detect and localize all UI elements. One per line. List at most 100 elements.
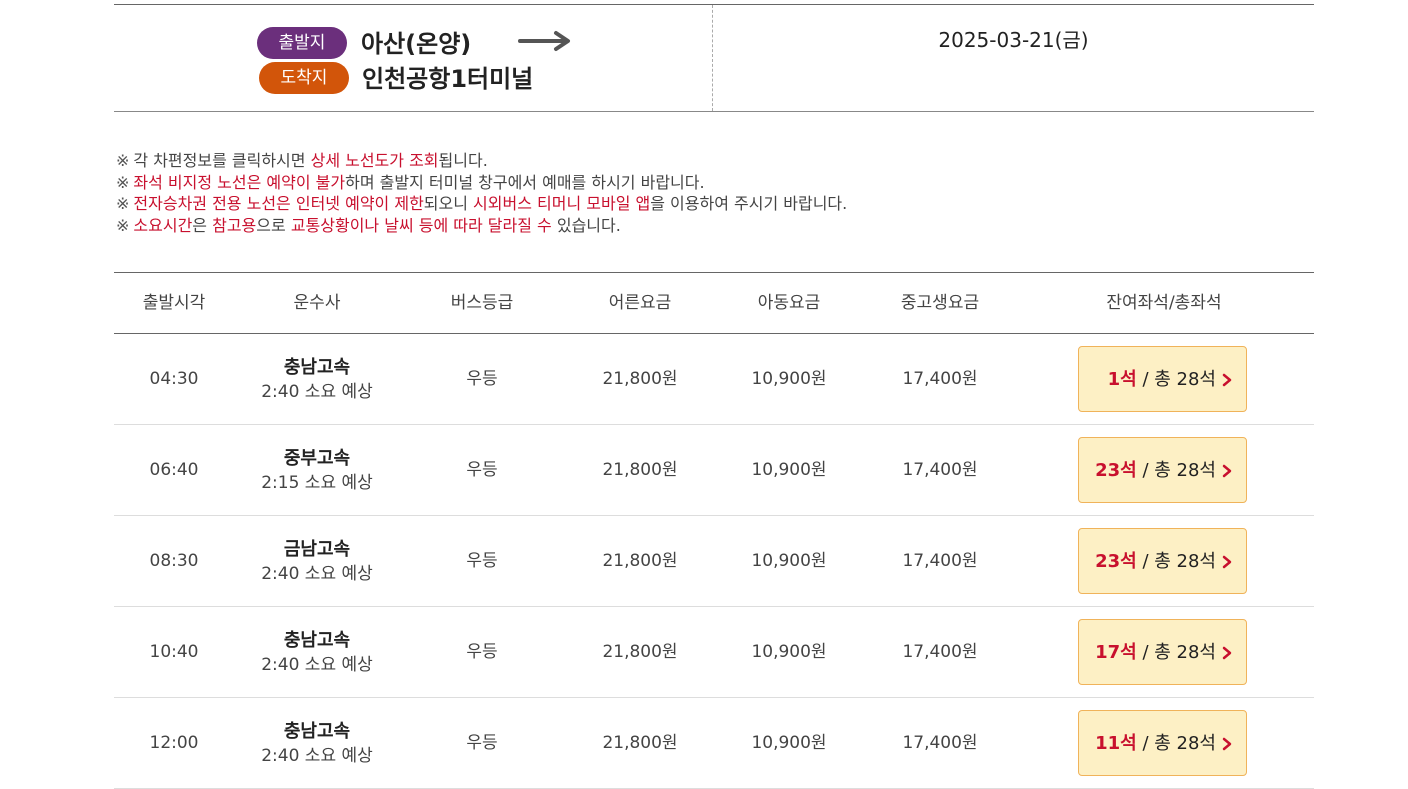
remaining-seats: 23석 (1095, 460, 1137, 481)
notice-highlight: 좌석 비지정 노선은 예약이 불가 (133, 172, 346, 192)
adult-fare: 21,800원 (602, 642, 678, 662)
total-seats: / 총 28석 (1142, 733, 1216, 754)
departure-badge: 출발지 (257, 27, 347, 59)
notice-text: 을 이용하여 주시기 바랍니다. (650, 194, 848, 213)
departure-time: 12:00 (149, 733, 199, 753)
seat-availability: 1석 / 총 28석 (1108, 347, 1216, 413)
seat-select-button[interactable]: 23석 / 총 28석 (1078, 528, 1247, 594)
notice-text: 각 차편정보를 클릭하시면 (133, 151, 311, 170)
estimated-duration: 2:15 소요 예상 (261, 473, 373, 493)
header-seats: 잔여좌석/총좌석 (1106, 293, 1222, 313)
departure-time: 06:40 (149, 460, 199, 480)
adult-fare: 21,800원 (602, 551, 678, 571)
chevron-right-icon (1222, 737, 1232, 751)
arrival-terminal: 인천공항1터미널 (362, 65, 534, 93)
operator-cell: 금남고속 2:40 소요 예상 (261, 538, 373, 586)
operator-name: 금남고속 (283, 539, 351, 560)
seat-select-button[interactable]: 1석 / 총 28석 (1078, 346, 1247, 412)
notice-line: ※ 전자승차권 전용 노선은 인터넷 예약이 제한되오니 시외버스 티머니 모바일… (116, 193, 847, 215)
notice-text: 되오니 (423, 194, 474, 213)
notice-text: 됩니다. (438, 151, 488, 170)
child-fare: 10,900원 (751, 460, 827, 480)
remaining-seats: 17석 (1095, 642, 1137, 663)
notice-highlight: 전자승차권 전용 노선은 인터넷 예약이 제한 (133, 194, 424, 213)
chevron-right-icon (1222, 373, 1232, 387)
header-student-fare: 중고생요금 (900, 293, 980, 313)
notice-highlight: 상세 노선도가 조회 (310, 151, 439, 170)
chevron-right-icon (1222, 646, 1232, 660)
notice-highlight: 소요시간 (133, 215, 193, 235)
seat-availability: 17석 / 총 28석 (1095, 620, 1216, 686)
notice-mark: ※ (116, 151, 130, 170)
total-seats: / 총 28석 (1142, 369, 1216, 390)
route-terminals: 출발지 아산(온양) 도착지 인천공항1터미널 (114, 5, 713, 111)
header-operator: 운수사 (293, 293, 341, 313)
seat-select-button[interactable]: 17석 / 총 28석 (1078, 619, 1247, 685)
operator-name: 충남고속 (283, 630, 351, 651)
estimated-duration: 2:40 소요 예상 (261, 564, 373, 584)
table-row[interactable]: 08:30 금남고속 2:40 소요 예상 우등 21,800원 10,900원 17,40… (114, 516, 1314, 607)
table-row[interactable]: 12:00 충남고속 2:40 소요 예상 우등 21,800원 10,900원 17,40… (114, 698, 1314, 789)
departure-time: 04:30 (149, 369, 199, 389)
bus-grade: 우등 (466, 733, 498, 753)
estimated-duration: 2:40 소요 예상 (261, 655, 373, 675)
estimated-duration: 2:40 소요 예상 (261, 746, 373, 766)
header-bus-grade: 버스등급 (450, 293, 514, 313)
notice-text: 으로 (256, 215, 291, 235)
child-fare: 10,900원 (751, 369, 827, 389)
notice-line: ※ 좌석 비지정 노선은 예약이 불가하며 출발지 터미널 창구에서 예매를 하시… (116, 172, 847, 194)
seat-availability: 23석 / 총 28석 (1095, 438, 1216, 504)
operator-name: 중부고속 (283, 448, 351, 469)
bus-grade: 우등 (466, 642, 498, 662)
operator-cell: 중부고속 2:15 소요 예상 (261, 447, 373, 495)
table-body: 04:30 충남고속 2:40 소요 예상 우등 21,800원 10,900원 17,40… (114, 334, 1314, 789)
table-header: 출발시각 운수사 버스등급 어른요금 아동요금 중고생요금 잔여좌석/총좌석 (114, 272, 1314, 334)
departure-terminal: 아산(온양) (361, 30, 472, 58)
notice-highlight: 교통상황이나 날씨 등에 따라 달라질 수 (290, 215, 552, 235)
operator-cell: 충남고속 2:40 소요 예상 (261, 629, 373, 677)
table-row[interactable]: 04:30 충남고속 2:40 소요 예상 우등 21,800원 10,900원 17,40… (114, 334, 1314, 425)
operator-name: 충남고속 (283, 357, 351, 378)
bus-grade: 우등 (466, 551, 498, 571)
child-fare: 10,900원 (751, 551, 827, 571)
total-seats: / 총 28석 (1142, 551, 1216, 572)
header-departure-time: 출발시각 (142, 293, 206, 313)
chevron-right-icon (1222, 464, 1232, 478)
route-summary: 출발지 아산(온양) 도착지 인천공항1터미널 2025-03-21(금) (114, 4, 1314, 112)
remaining-seats: 23석 (1095, 551, 1137, 572)
schedule-table: 출발시각 운수사 버스등급 어른요금 아동요금 중고생요금 잔여좌석/총좌석 04:30 충남… (114, 272, 1314, 789)
student-fare: 17,400원 (902, 551, 978, 571)
child-fare: 10,900원 (751, 642, 827, 662)
chevron-right-icon (1222, 555, 1232, 569)
estimated-duration: 2:40 소요 예상 (261, 382, 373, 402)
student-fare: 17,400원 (902, 733, 978, 753)
notice-text: 은 (192, 215, 213, 235)
notice-mark: ※ (116, 194, 130, 213)
total-seats: / 총 28석 (1142, 642, 1216, 663)
student-fare: 17,400원 (902, 369, 978, 389)
departure-time: 10:40 (149, 642, 199, 662)
student-fare: 17,400원 (902, 460, 978, 480)
seat-select-button[interactable]: 23석 / 총 28석 (1078, 437, 1247, 503)
remaining-seats: 1석 (1107, 369, 1137, 390)
header-child-fare: 아동요금 (757, 293, 821, 313)
arrival-badge: 도착지 (259, 62, 349, 94)
adult-fare: 21,800원 (602, 733, 678, 753)
notice-mark: ※ (116, 172, 130, 192)
table-row[interactable]: 06:40 중부고속 2:15 소요 예상 우등 21,800원 10,900원 17,40… (114, 425, 1314, 516)
adult-fare: 21,800원 (602, 460, 678, 480)
departure-date: 2025-03-21(금) (938, 28, 1089, 52)
notice-line: ※ 각 차편정보를 클릭하시면 상세 노선도가 조회됩니다. (116, 150, 847, 172)
bus-grade: 우등 (466, 369, 498, 389)
right-arrow-icon (518, 31, 570, 51)
seat-select-button[interactable]: 11석 / 총 28석 (1078, 710, 1247, 776)
notice-highlight: 참고용 (212, 215, 257, 235)
notice-line: ※ 소요시간은 참고용으로 교통상황이나 날씨 등에 따라 달라질 수 있습니다. (116, 215, 847, 237)
seat-availability: 11석 / 총 28석 (1095, 711, 1216, 777)
student-fare: 17,400원 (902, 642, 978, 662)
table-row[interactable]: 10:40 충남고속 2:40 소요 예상 우등 21,800원 10,900원 17,40… (114, 607, 1314, 698)
child-fare: 10,900원 (751, 733, 827, 753)
seat-availability: 23석 / 총 28석 (1095, 529, 1216, 595)
remaining-seats: 11석 (1095, 733, 1137, 754)
departure-time: 08:30 (149, 551, 199, 571)
